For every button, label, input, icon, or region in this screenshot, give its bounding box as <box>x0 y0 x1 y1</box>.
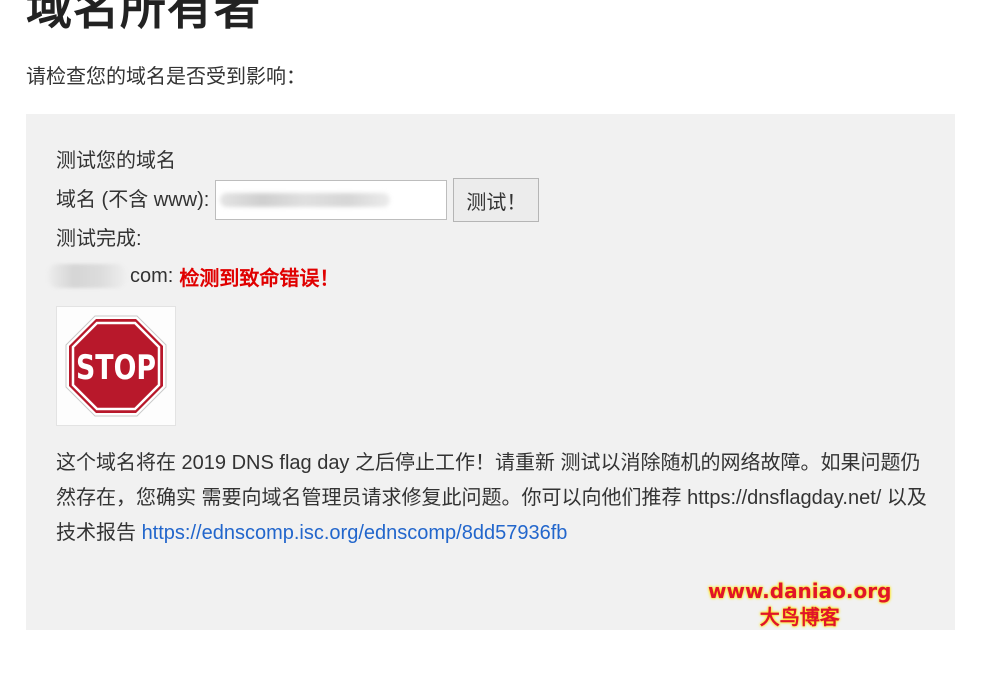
domain-input[interactable] <box>215 180 448 220</box>
fatal-error-status: 检测到致命错误！ <box>179 267 340 290</box>
domain-test-panel: 测试您的域名 域名 (不含 www): 测试！ 测试完成: com: 检测到致命… <box>26 114 955 630</box>
domain-input-row: 域名 (不含 www): 测试！ <box>56 178 936 222</box>
watermark-url: www.daniao.org <box>708 579 892 603</box>
test-heading: 测试您的域名 <box>56 150 176 172</box>
technical-report-link[interactable]: https://ednscomp.isc.org/ednscomp/8dd579… <box>142 522 568 544</box>
flag-day-message: 这个域名将在 2019 DNS flag day 之后停止工作！请重新 测试以消… <box>56 446 936 551</box>
intro-text: 请检查您的域名是否受到影响： <box>26 66 306 88</box>
result-domain-suffix: com: <box>130 264 174 287</box>
redacted-result-domain <box>48 264 126 288</box>
test-complete-label: 测试完成: <box>56 228 142 250</box>
message-text: 这个域名将在 2019 DNS flag day 之后停止工作！请重新 测试以消… <box>56 452 927 509</box>
redacted-domain-blur <box>220 193 391 207</box>
test-button[interactable]: 测试！ <box>453 178 540 222</box>
domain-test-content: 测试您的域名 域名 (不含 www): 测试！ 测试完成: com: 检测到致命… <box>48 144 936 551</box>
report-label: 技术报告 <box>56 522 136 544</box>
stop-sign-text: STOP <box>76 348 156 388</box>
test-result-row: com: 检测到致命错误！ <box>48 256 936 296</box>
watermark-name: 大鸟博客 <box>759 605 840 629</box>
stop-sign-icon: STOP <box>65 315 167 417</box>
stop-sign-image: STOP <box>56 306 176 426</box>
page-title: 域名所有者 <box>26 0 261 34</box>
site-watermark: www.daniao.org 大鸟博客 <box>708 578 891 630</box>
domain-label: 域名 (不含 www): <box>56 189 210 211</box>
